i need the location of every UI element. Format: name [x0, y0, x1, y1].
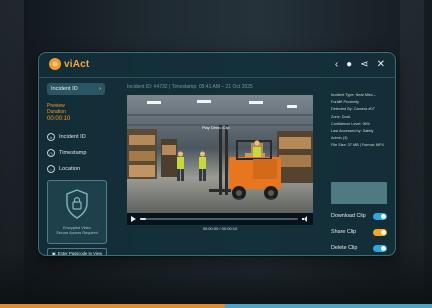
download-clip-toggle[interactable] [373, 212, 387, 220]
window-controls: ‹ ● ⋖ ✕ [335, 59, 385, 71]
incident-details: Incident Type: Near Miss – Forklift Prox… [331, 93, 391, 148]
sidebar-menu: # Incident ID ◷ Timestamp • Location [47, 132, 105, 174]
enter-passcode-button[interactable]: ▣ Enter Passcode to View [47, 248, 107, 256]
download-clip-row: Download Clip [331, 212, 387, 220]
user-icon[interactable]: ● [346, 59, 352, 71]
passcode-button-label: Enter Passcode to View [57, 251, 103, 256]
detail-line: Admin (3) [331, 136, 348, 141]
detail-line: Last Accessed by: Safety [331, 128, 374, 133]
volume-icon[interactable] [302, 216, 309, 222]
preview-duration-value: 00:00:10 [47, 116, 71, 122]
chevron-left-icon[interactable]: ‹ [335, 59, 338, 71]
detail-line: File Size: 37 MB | Format: MP4 [331, 143, 384, 148]
sidebar-item-location[interactable]: • Location [47, 164, 105, 174]
encrypted-video-card: Encrypted Video Secure Access Required [47, 180, 107, 244]
video-player[interactable]: Play Demo Clip [127, 95, 313, 213]
detail-line: Zone: Dock [331, 114, 351, 119]
detail-line: Incident Type: Near Miss – [331, 93, 376, 97]
app-logo: viAct [49, 58, 89, 70]
chevron-right-icon: › [99, 86, 101, 92]
share-clip-row: Share Clip [331, 228, 387, 236]
sidebar: Incident ID › Preview Duration 00:00:10 … [47, 83, 107, 256]
video-timecode-row: 00:00:00 / 00:00:10 [127, 225, 313, 233]
delete-clip-label: Delete Clip [331, 245, 358, 252]
window-topbar: viAct ‹ ● ⋖ ✕ [39, 53, 395, 78]
video-controls [127, 213, 313, 225]
video-meta-line: Incident ID: #4732 | Timestamp: 09:41 AM… [127, 84, 253, 90]
close-icon[interactable]: ✕ [377, 59, 385, 71]
shield-lock-icon [66, 189, 88, 219]
video-viewer-window: viAct ‹ ● ⋖ ✕ Incident ID › Preview Dura… [38, 52, 396, 256]
preview-duration-label: Preview Duration [47, 103, 105, 115]
video-progress-fill [140, 218, 147, 220]
detail-line: Confidence Level: 96% [331, 121, 371, 126]
video-timecode: 00:00:00 / 00:00:10 [202, 226, 238, 231]
video-progress-bar[interactable] [140, 218, 298, 220]
viact-logo-icon [49, 58, 61, 70]
sidebar-item-incident-id[interactable]: # Incident ID [47, 132, 105, 142]
share-icon[interactable]: ⋖ [360, 59, 368, 71]
id-icon: # [47, 133, 55, 141]
encrypted-line2: Secure Access Required [56, 231, 98, 235]
delete-clip-row: Delete Clip [331, 244, 387, 252]
clock-icon: ◷ [47, 149, 55, 157]
sidebar-item-timestamp[interactable]: ◷ Timestamp [47, 148, 105, 158]
background-floor [0, 248, 432, 308]
download-clip-label: Download Clip [331, 213, 366, 220]
warehouse-video-frame [127, 95, 313, 213]
encrypted-video-text: Encrypted Video Secure Access Required [50, 226, 104, 236]
incident-select-label: Incident ID [51, 86, 78, 92]
preview-label-line2: Duration [47, 109, 66, 115]
details-panel: Incident Type: Near Miss – Forklift Prox… [331, 93, 391, 252]
share-clip-label: Share Clip [331, 229, 357, 236]
delete-clip-toggle[interactable] [373, 244, 387, 252]
sidebar-item-label: Timestamp [59, 150, 87, 156]
app-logo-text: viAct [64, 58, 90, 70]
lock-icon: ▣ [51, 251, 56, 256]
video-overlay-label: Play Demo Clip [202, 125, 230, 130]
share-clip-toggle[interactable] [373, 228, 387, 236]
clip-thumbnail[interactable] [331, 182, 387, 205]
play-icon[interactable] [131, 216, 136, 222]
detail-line: Detected By: Camera #07 [331, 107, 375, 112]
incident-select[interactable]: Incident ID › [47, 83, 105, 95]
detail-line: Forklift Proximity [331, 100, 360, 105]
brand-color-strip [0, 304, 432, 308]
sidebar-item-label: Location [59, 166, 81, 172]
location-icon: • [47, 165, 55, 173]
sidebar-item-label: Incident ID [59, 134, 86, 140]
